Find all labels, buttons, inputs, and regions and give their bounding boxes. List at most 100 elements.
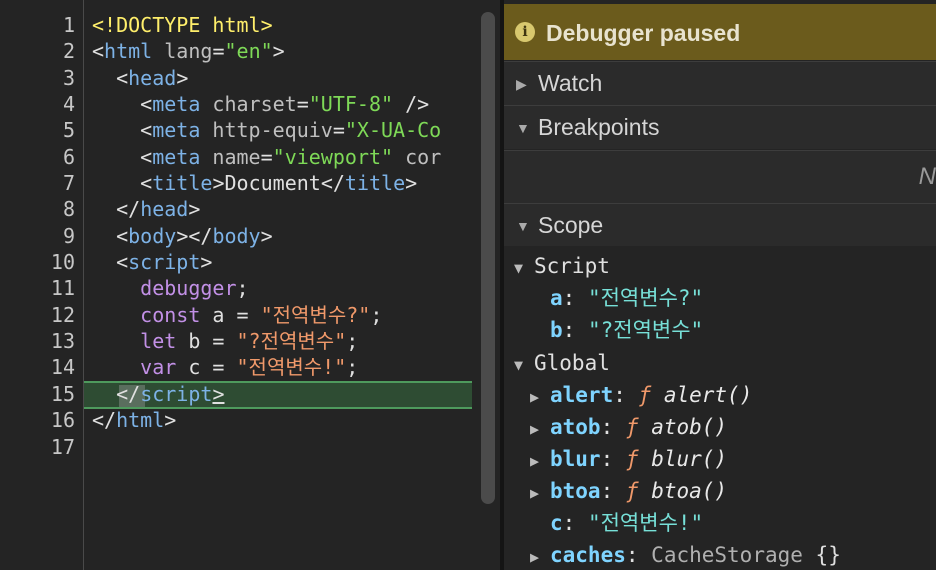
colon: :	[600, 415, 614, 439]
scope-variable[interactable]: ▶ caches: CacheStorage {}	[530, 539, 841, 570]
line-number[interactable]: 14	[0, 354, 83, 380]
code-token: b =	[176, 329, 237, 354]
line-number[interactable]: 13	[0, 328, 83, 354]
chevron-down-icon: ▼	[516, 120, 530, 136]
variable-name: btoa	[550, 479, 601, 503]
code-line: var c = "전역변수!";	[92, 354, 472, 380]
scope-group-label: Script	[534, 254, 610, 278]
variable-name: blur	[550, 447, 601, 471]
colon: :	[562, 511, 576, 535]
tag-token: title	[152, 171, 213, 196]
punct-token: <	[140, 171, 153, 196]
line-number[interactable]: 2	[0, 38, 83, 64]
line-number[interactable]: 1	[0, 12, 83, 38]
breakpoints-body: N	[504, 150, 936, 205]
scope-variable[interactable]: ▶ alert: ƒ alert()	[530, 379, 752, 411]
scope-variable[interactable]: a: "전역변수?"	[550, 282, 703, 314]
tag-token: meta	[152, 92, 201, 117]
punct-token: >	[272, 39, 285, 64]
scope-variable[interactable]: ▶ blur: ƒ blur()	[530, 443, 727, 475]
punct-token: <	[140, 92, 153, 117]
tag-token: html	[104, 39, 153, 64]
watch-section-header[interactable]: ▶ Watch	[504, 61, 936, 105]
scope-variable[interactable]: b: "?전역변수"	[550, 314, 703, 346]
chevron-right-icon[interactable]: ▶	[530, 477, 550, 509]
line-number[interactable]: 12	[0, 302, 83, 328]
line-number[interactable]: 17	[0, 434, 83, 460]
string-token: "전역변수!"	[236, 355, 347, 380]
punct-token: >	[405, 171, 418, 196]
line-number[interactable]: 6	[0, 144, 83, 170]
line-number[interactable]: 10	[0, 249, 83, 275]
punct-token: >	[212, 381, 225, 406]
scope-tree: ▼ Script a: "전역변수?" b: "?전역변수" ▼ Global ▶ a…	[504, 246, 936, 570]
colon: :	[562, 318, 576, 342]
code-line: <head>	[92, 65, 472, 91]
code-line: <script>	[92, 249, 472, 275]
line-number[interactable]: 16	[0, 407, 83, 433]
punct-token: </	[92, 408, 117, 433]
chevron-down-icon: ▼	[514, 356, 524, 374]
chevron-right-icon[interactable]: ▶	[530, 413, 550, 445]
punct-token: >	[176, 65, 189, 90]
code-line: <body></body>	[92, 223, 472, 249]
chevron-right-icon[interactable]: ▶	[530, 445, 550, 477]
punct-token: <	[116, 250, 129, 275]
code-line: <meta http-equiv="X-UA-Co	[92, 117, 472, 143]
keyword-token: debugger	[140, 276, 237, 301]
string-token: "UTF-8"	[308, 92, 394, 117]
scope-variable[interactable]: c: "전역변수!"	[550, 507, 703, 539]
watch-label: Watch	[538, 70, 603, 96]
code-line: let b = "?전역변수";	[92, 328, 472, 354]
variable-value: CacheStorage	[651, 543, 803, 567]
code-line-paused: </script>	[92, 381, 472, 407]
line-number[interactable]: 11	[0, 275, 83, 301]
chevron-right-icon[interactable]: ▶	[530, 381, 550, 413]
code-lines[interactable]: <!DOCTYPE html> <html lang="en"> <head> …	[92, 12, 472, 460]
scope-section-header[interactable]: ▼ Scope	[504, 203, 936, 247]
code-line: <meta name="viewport" cor	[92, 144, 472, 170]
punct-token: =	[332, 118, 345, 143]
code-token: a =	[200, 302, 261, 327]
tag-token: script	[140, 381, 213, 406]
variable-name: atob	[550, 415, 601, 439]
scope-group-label: Global	[534, 351, 610, 375]
string-token: "X-UA-Co	[344, 118, 442, 143]
line-number[interactable]: 3	[0, 65, 83, 91]
function-icon: ƒ	[625, 447, 639, 471]
scope-variable[interactable]: ▶ atob: ƒ atob()	[530, 411, 727, 443]
variable-name: alert	[550, 383, 614, 407]
line-number[interactable]: 5	[0, 117, 83, 143]
punct-token: />	[393, 92, 430, 117]
line-number[interactable]: 8	[0, 196, 83, 222]
line-number-gutter[interactable]: 1 2 3 4 5 6 7 8 9 10 11 12 13 14 15 16 1…	[0, 12, 83, 460]
chevron-down-icon: ▼	[516, 218, 530, 234]
chevron-right-icon[interactable]: ▶	[530, 541, 550, 570]
scope-variable[interactable]: ▶ btoa: ƒ btoa()	[530, 475, 727, 507]
string-token: "?전역변수"	[236, 329, 347, 354]
editor-scrollbar[interactable]	[481, 12, 495, 504]
scope-group-global[interactable]: ▼ Global	[514, 347, 610, 379]
code-line: <meta charset="UTF-8" />	[92, 91, 472, 117]
code-editor[interactable]: 1 2 3 4 5 6 7 8 9 10 11 12 13 14 15 16 1…	[0, 0, 500, 570]
line-number[interactable]: 4	[0, 91, 83, 117]
punct-token: <	[116, 223, 129, 248]
scope-group-script[interactable]: ▼ Script	[514, 250, 610, 282]
variable-value: "전역변수?"	[587, 286, 704, 310]
line-number[interactable]: 15	[0, 381, 83, 407]
paused-banner: i Debugger paused	[504, 4, 936, 60]
punct-token: >	[260, 223, 273, 248]
punct-token: <	[140, 144, 153, 169]
punct-token: >	[188, 197, 201, 222]
breakpoints-section-header[interactable]: ▼ Breakpoints	[504, 105, 936, 149]
variable-value: alert()	[663, 383, 753, 407]
line-number[interactable]: 9	[0, 223, 83, 249]
code-line: debugger;	[92, 275, 472, 301]
attr-token: charset	[200, 92, 297, 117]
variable-value: btoa()	[651, 479, 728, 503]
keyword-token: var	[140, 355, 177, 380]
punct-token: </	[320, 171, 345, 196]
punct-token: <	[140, 118, 153, 143]
line-number[interactable]: 7	[0, 170, 83, 196]
